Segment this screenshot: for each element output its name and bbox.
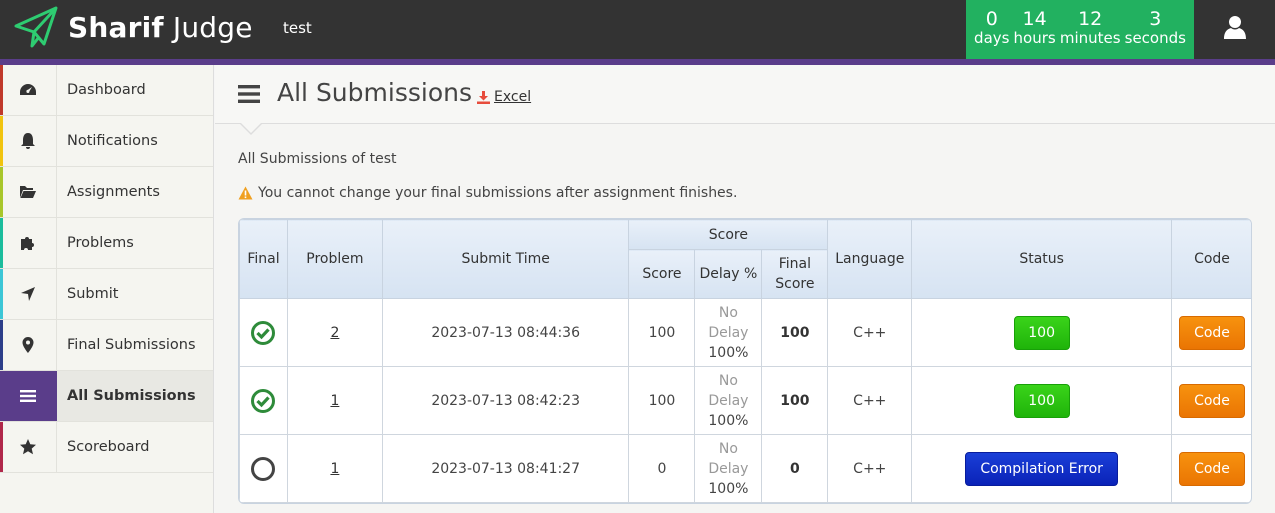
countdown-days: 0 days [974, 8, 1010, 47]
final-cell[interactable] [239, 298, 288, 367]
final-cell[interactable] [239, 434, 288, 503]
list-icon [0, 371, 57, 421]
header-code: Code [1170, 219, 1251, 299]
table-row: 1 2023-07-13 08:41:27 0 No Delay 100% 0 C… [239, 434, 1251, 503]
puzzle-icon [0, 218, 57, 268]
check-circle-icon[interactable] [250, 388, 276, 413]
submit-time: 2023-07-13 08:41:27 [381, 434, 630, 503]
logo[interactable]: Sharif Judge [14, 6, 253, 48]
page-title: All Submissions [277, 78, 472, 107]
sidebar-color-bar [0, 269, 3, 319]
sidebar-color-bar [0, 218, 3, 268]
final-score: 0 [761, 434, 829, 503]
final-score: 100 [761, 298, 829, 367]
table-row: 2 2023-07-13 08:44:36 100 No Delay 100% 1… [239, 298, 1251, 367]
header-score: Score [628, 249, 696, 299]
code-button[interactable]: Code [1178, 451, 1245, 486]
warning-message: You cannot change your final submissions… [238, 185, 737, 201]
code-button[interactable]: Code [1178, 315, 1245, 350]
delay-cell: No Delay 100% [694, 434, 763, 503]
sidebar-color-bar [0, 320, 3, 370]
sidebar-item-scoreboard[interactable]: Scoreboard [0, 422, 213, 473]
header-problem: Problem [286, 219, 383, 299]
folder-open-icon [0, 167, 57, 217]
dashboard-icon [0, 65, 57, 115]
user-icon[interactable] [1223, 14, 1247, 40]
countdown-minutes: 12 minutes [1059, 8, 1121, 47]
header-language: Language [827, 219, 913, 299]
empty-circle-icon[interactable] [250, 456, 276, 481]
sidebar-item-final-submissions[interactable]: Final Submissions [0, 320, 213, 371]
score: 100 [628, 366, 696, 435]
map-marker-icon [0, 320, 57, 370]
header-submit-time: Submit Time [381, 219, 630, 299]
sidebar-color-bar [0, 116, 3, 166]
header-score-group: Score [628, 219, 829, 250]
delay-cell: No Delay 100% [694, 366, 763, 435]
countdown-seconds: 3 seconds [1124, 8, 1186, 47]
excel-download-link[interactable]: Excel [477, 89, 531, 105]
score: 100 [628, 298, 696, 367]
header-final: Final [239, 219, 288, 299]
sidebar-item-notifications[interactable]: Notifications [0, 116, 213, 167]
logo-text: Sharif Judge [68, 10, 253, 44]
sidebar-item-problems[interactable]: Problems [0, 218, 213, 269]
check-circle-icon[interactable] [250, 320, 276, 345]
paper-plane-icon [14, 6, 58, 48]
sidebar: Dashboard Notifications Assignments Prob… [0, 65, 214, 513]
sidebar-color-bar [0, 65, 3, 115]
language: C++ [827, 298, 913, 367]
download-icon [477, 90, 490, 104]
status-button[interactable]: Compilation Error [965, 451, 1118, 486]
sidebar-color-bar [0, 422, 3, 472]
sidebar-color-bar [0, 371, 3, 421]
language: C++ [827, 434, 913, 503]
header-final-score: Final Score [761, 249, 829, 299]
problem-link[interactable]: 1 [330, 461, 339, 477]
star-icon [0, 422, 57, 472]
submissions-table: Final Problem Submit Time Score Language… [238, 218, 1252, 504]
status-button[interactable]: 100 [1013, 383, 1070, 418]
language: C++ [827, 366, 913, 435]
problem-link[interactable]: 2 [330, 325, 339, 341]
sidebar-item-all-submissions[interactable]: All Submissions [0, 371, 213, 422]
warning-icon [238, 186, 253, 200]
sidebar-item-dashboard[interactable]: Dashboard [0, 65, 213, 116]
status-button[interactable]: 100 [1013, 315, 1070, 350]
countdown-hours: 14 hours [1013, 8, 1056, 47]
code-button[interactable]: Code [1178, 383, 1245, 418]
header-notch-fill [241, 123, 261, 133]
final-score: 100 [761, 366, 829, 435]
delay-cell: No Delay 100% [694, 298, 763, 367]
header-delay: Delay % [694, 249, 763, 299]
header-status: Status [911, 219, 1172, 299]
menu-toggle-icon[interactable] [238, 84, 260, 104]
final-cell[interactable] [239, 366, 288, 435]
sidebar-item-submit[interactable]: Submit [0, 269, 213, 320]
location-arrow-icon [0, 269, 57, 319]
top-navbar: Sharif Judge test 0 days 14 hours 12 min… [0, 0, 1275, 59]
page-header: All Submissions Excel [215, 65, 1275, 124]
sidebar-item-assignments[interactable]: Assignments [0, 167, 213, 218]
table-row: 1 2023-07-13 08:42:23 100 No Delay 100% 1… [239, 366, 1251, 435]
bell-icon [0, 116, 57, 166]
submit-time: 2023-07-13 08:44:36 [381, 298, 630, 367]
username: test [283, 19, 312, 37]
subtitle: All Submissions of test [238, 151, 397, 167]
sidebar-color-bar [0, 167, 3, 217]
problem-link[interactable]: 1 [330, 393, 339, 409]
main-content: All Submissions Excel All Submissions of… [215, 65, 1275, 513]
submit-time: 2023-07-13 08:42:23 [381, 366, 630, 435]
score: 0 [628, 434, 696, 503]
countdown-timer: 0 days 14 hours 12 minutes 3 seconds [966, 0, 1194, 59]
